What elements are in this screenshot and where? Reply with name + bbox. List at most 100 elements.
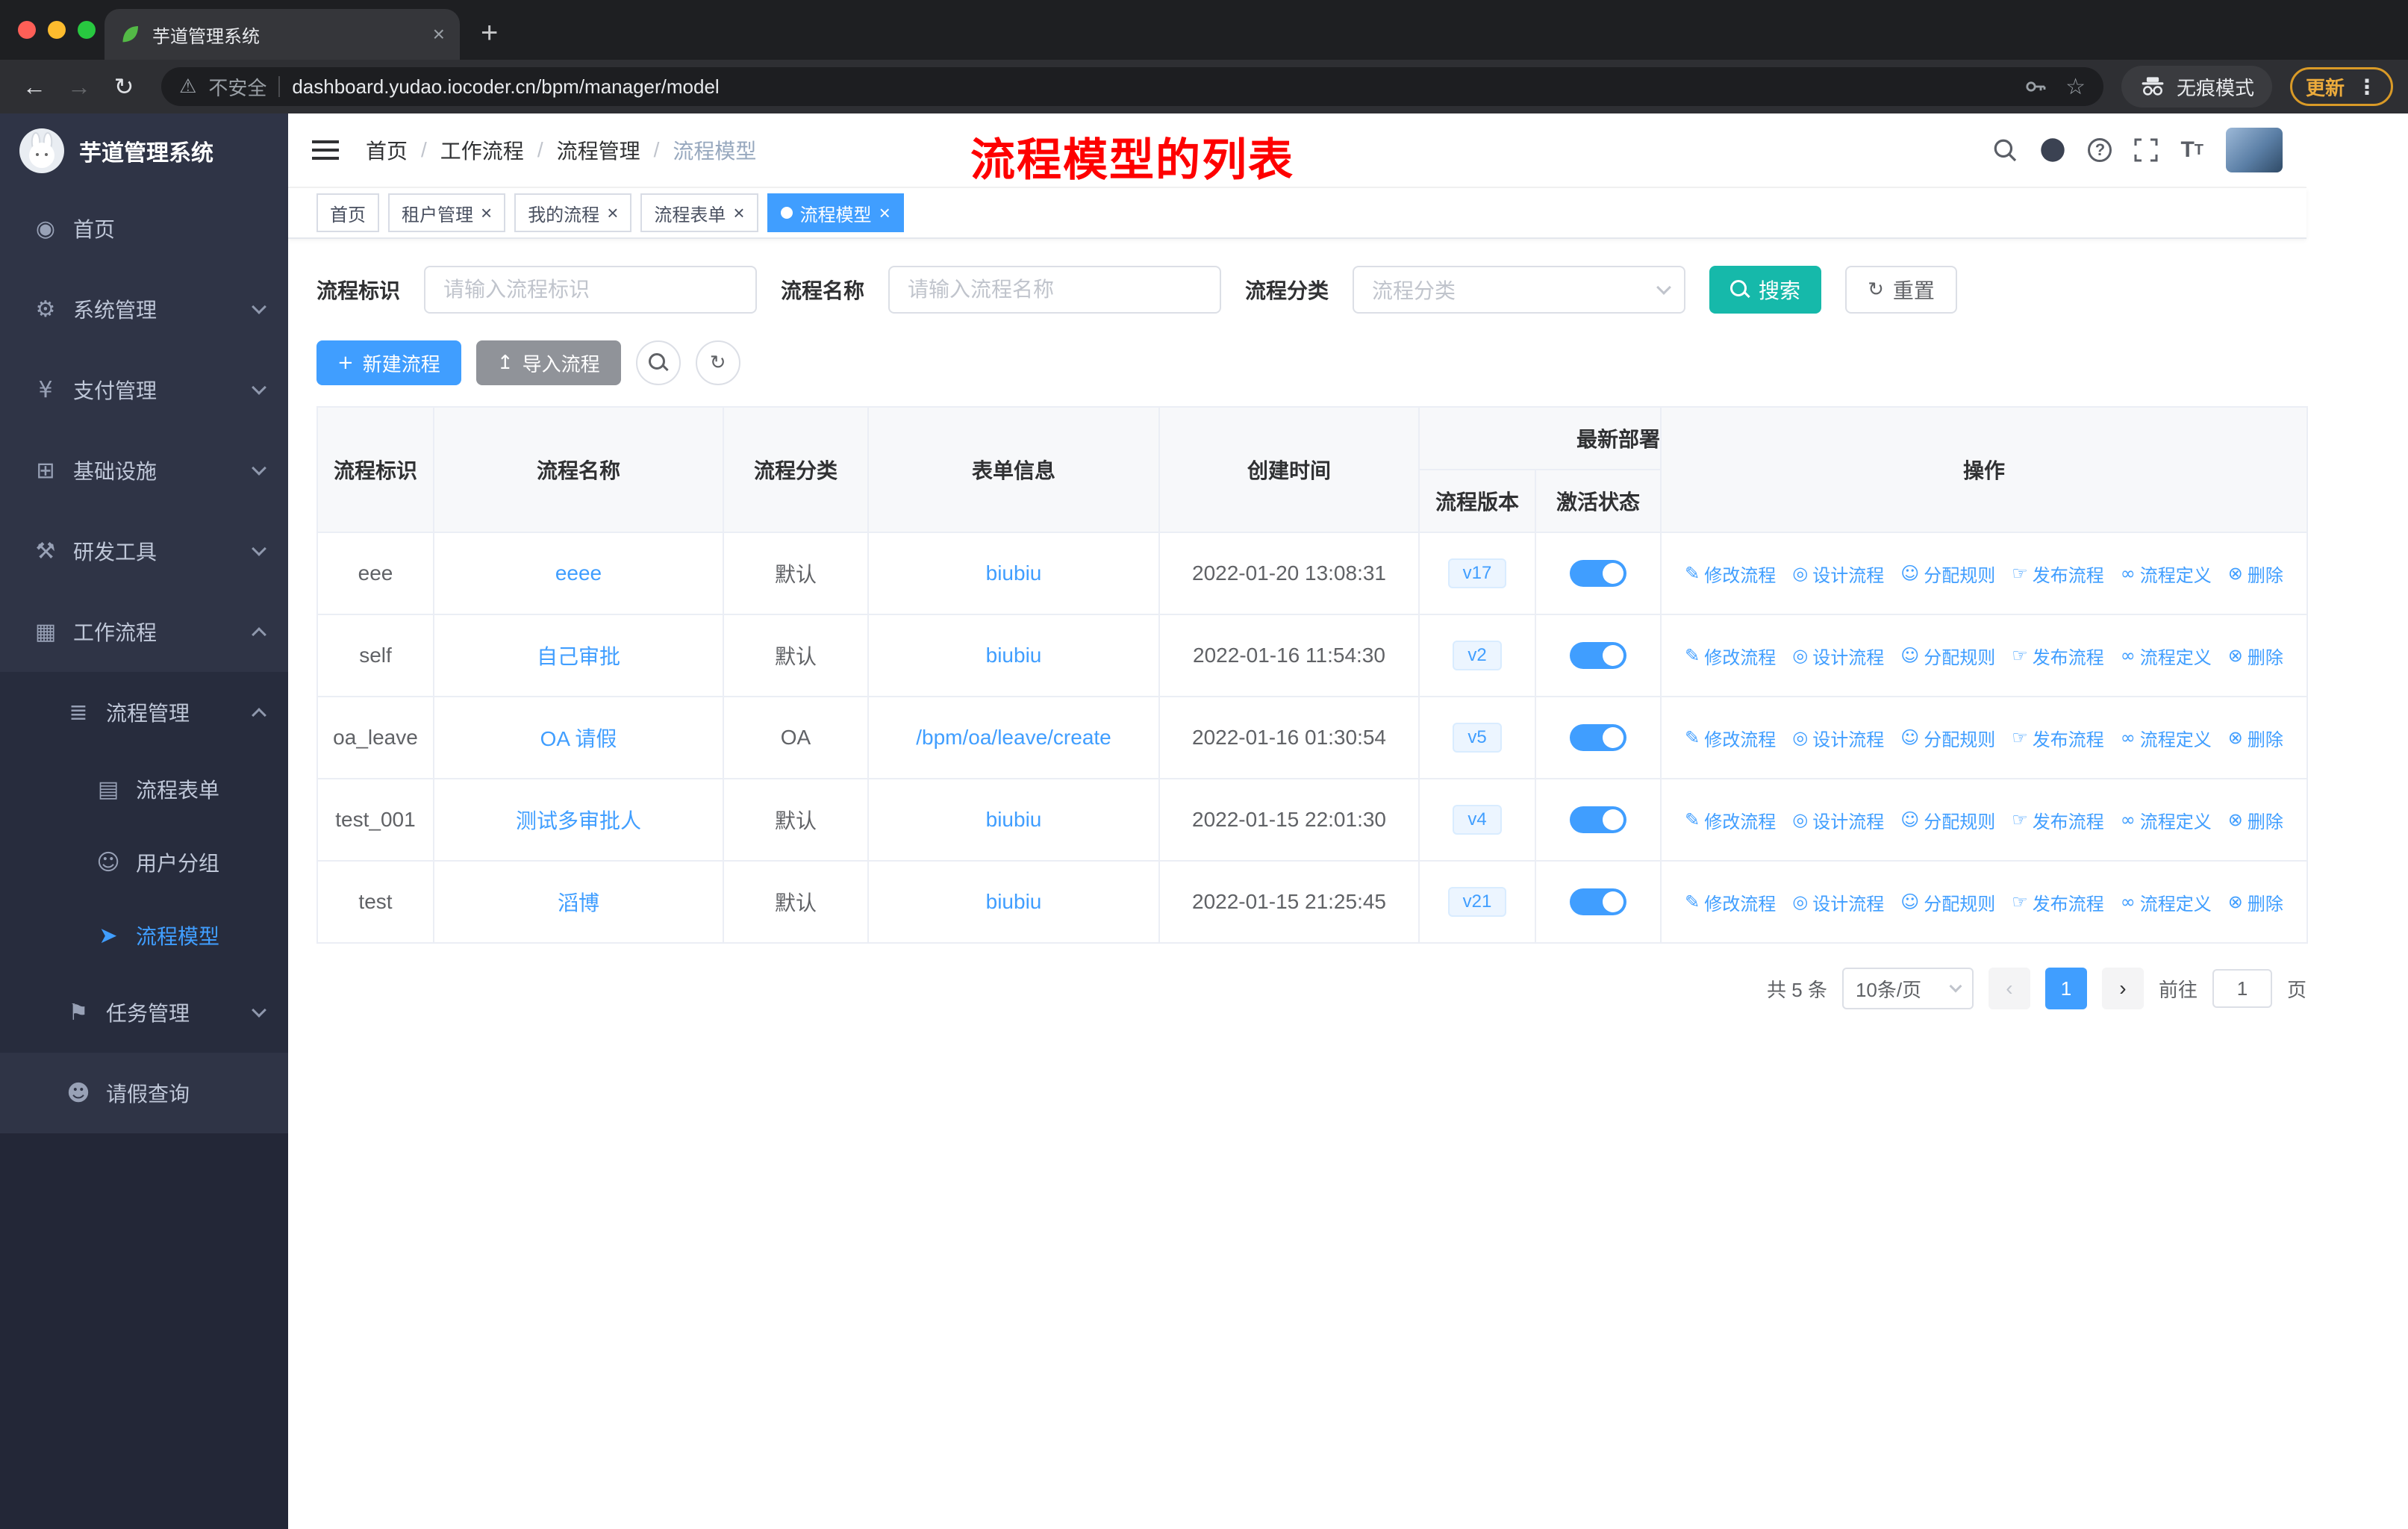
goto-page-input[interactable] bbox=[2212, 969, 2272, 1008]
form-info-link[interactable]: biubiu bbox=[986, 890, 1042, 913]
row-action-delete[interactable]: ⊗ 删除 bbox=[2228, 561, 2283, 587]
row-action-assign[interactable]: ☺ 分配规则 bbox=[1900, 807, 1995, 833]
row-action-definition[interactable]: ∞ 流程定义 bbox=[2121, 807, 2212, 833]
process-name-link[interactable]: 滔博 bbox=[558, 891, 599, 915]
create-process-button[interactable]: + 新建流程 bbox=[316, 340, 461, 385]
bookmark-star-icon[interactable]: ☆ bbox=[2065, 74, 2086, 100]
tag-my-process[interactable]: 我的流程 × bbox=[514, 193, 632, 232]
row-action-publish[interactable]: ☞ 发布流程 bbox=[2012, 643, 2104, 669]
row-action-design[interactable]: ◎ 设计流程 bbox=[1792, 889, 1884, 915]
form-info-link[interactable]: /bpm/oa/leave/create bbox=[916, 726, 1111, 749]
refresh-table-button[interactable]: ↻ bbox=[695, 340, 740, 385]
sidebar-item-system[interactable]: ⚙ 系统管理 bbox=[0, 269, 288, 349]
row-action-delete[interactable]: ⊗ 删除 bbox=[2228, 643, 2283, 669]
form-info-link[interactable]: biubiu bbox=[986, 808, 1042, 831]
row-action-definition[interactable]: ∞ 流程定义 bbox=[2121, 725, 2212, 751]
row-action-edit[interactable]: ✎ 修改流程 bbox=[1685, 807, 1776, 833]
sidebar-item-devtools[interactable]: ⚒ 研发工具 bbox=[0, 511, 288, 591]
tag-home[interactable]: 首页 bbox=[316, 193, 379, 232]
tag-tenant-management[interactable]: 租户管理 × bbox=[388, 193, 506, 232]
address-bar[interactable]: ⚠ 不安全 dashboard.yudao.iocoder.cn/bpm/man… bbox=[161, 67, 2103, 106]
row-action-delete[interactable]: ⊗ 删除 bbox=[2228, 725, 2283, 751]
user-avatar[interactable] bbox=[2226, 128, 2283, 172]
process-name-link[interactable]: 自己审批 bbox=[537, 645, 620, 668]
sidebar-item-workflow[interactable]: ▦ 工作流程 bbox=[0, 591, 288, 672]
font-size-icon[interactable]: TT bbox=[2180, 139, 2203, 161]
row-action-assign[interactable]: ☺ 分配规则 bbox=[1900, 561, 1995, 587]
sidebar-item-process-form[interactable]: ▤ 流程表单 bbox=[0, 753, 288, 826]
help-icon[interactable]: ? bbox=[2088, 138, 2112, 162]
row-action-design[interactable]: ◎ 设计流程 bbox=[1792, 807, 1884, 833]
row-action-assign[interactable]: ☺ 分配规则 bbox=[1900, 725, 1995, 751]
row-action-assign[interactable]: ☺ 分配规则 bbox=[1900, 643, 1995, 669]
close-icon[interactable]: × bbox=[879, 203, 890, 222]
active-toggle[interactable] bbox=[1570, 724, 1626, 751]
row-action-edit[interactable]: ✎ 修改流程 bbox=[1685, 725, 1776, 751]
row-action-delete[interactable]: ⊗ 删除 bbox=[2228, 889, 2283, 915]
minimize-window-button[interactable] bbox=[48, 21, 66, 39]
reset-button[interactable]: ↻ 重置 bbox=[1845, 266, 1957, 314]
reload-button[interactable]: ↻ bbox=[105, 72, 143, 101]
row-action-publish[interactable]: ☞ 发布流程 bbox=[2012, 807, 2104, 833]
menu-kebab-icon[interactable]: ⋮ bbox=[2356, 75, 2377, 99]
update-browser-button[interactable]: 更新 ⋮ bbox=[2289, 67, 2393, 106]
row-action-design[interactable]: ◎ 设计流程 bbox=[1792, 725, 1884, 751]
sidebar-item-home[interactable]: ◉ 首页 bbox=[0, 188, 288, 269]
process-name-link[interactable]: eeee bbox=[555, 561, 602, 585]
active-toggle[interactable] bbox=[1570, 806, 1626, 833]
page-1-button[interactable]: 1 bbox=[2044, 968, 2087, 1009]
search-icon[interactable] bbox=[1992, 137, 2018, 163]
fullscreen-icon[interactable] bbox=[2134, 138, 2158, 162]
process-name-input[interactable] bbox=[888, 266, 1222, 314]
row-action-definition[interactable]: ∞ 流程定义 bbox=[2121, 889, 2212, 915]
sidebar-item-process-management[interactable]: ≣ 流程管理 bbox=[0, 672, 288, 753]
hamburger-icon[interactable] bbox=[312, 140, 339, 160]
row-action-publish[interactable]: ☞ 发布流程 bbox=[2012, 561, 2104, 587]
back-button[interactable]: ← bbox=[15, 73, 54, 101]
tag-process-form[interactable]: 流程表单 × bbox=[640, 193, 758, 232]
process-category-select[interactable]: 流程分类 bbox=[1353, 266, 1686, 314]
process-name-link[interactable]: OA 请假 bbox=[540, 727, 617, 750]
row-action-assign[interactable]: ☺ 分配规则 bbox=[1900, 889, 1995, 915]
browser-tab[interactable]: 芋道管理系统 × bbox=[105, 9, 460, 60]
github-icon[interactable] bbox=[2040, 137, 2065, 163]
row-action-design[interactable]: ◎ 设计流程 bbox=[1792, 643, 1884, 669]
row-action-delete[interactable]: ⊗ 删除 bbox=[2228, 807, 2283, 833]
close-icon[interactable]: × bbox=[733, 203, 744, 222]
search-button[interactable]: 搜索 bbox=[1709, 266, 1822, 314]
process-key-input[interactable] bbox=[424, 266, 758, 314]
close-tab-icon[interactable]: × bbox=[433, 24, 445, 45]
tag-process-model[interactable]: 流程模型 × bbox=[767, 193, 904, 232]
hide-search-button[interactable] bbox=[635, 340, 681, 385]
process-name-link[interactable]: 测试多审批人 bbox=[516, 809, 641, 832]
row-action-definition[interactable]: ∞ 流程定义 bbox=[2121, 561, 2212, 587]
row-action-edit[interactable]: ✎ 修改流程 bbox=[1685, 643, 1776, 669]
page-size-select[interactable]: 10条/页 bbox=[1841, 968, 1974, 1009]
active-toggle[interactable] bbox=[1570, 642, 1626, 669]
row-action-edit[interactable]: ✎ 修改流程 bbox=[1685, 889, 1776, 915]
breadcrumb-process-management[interactable]: 流程管理 bbox=[557, 135, 640, 165]
breadcrumb-home[interactable]: 首页 bbox=[366, 135, 408, 165]
form-info-link[interactable]: biubiu bbox=[986, 561, 1042, 585]
breadcrumb-workflow[interactable]: 工作流程 bbox=[440, 135, 524, 165]
active-toggle[interactable] bbox=[1570, 560, 1626, 587]
sidebar-item-infrastructure[interactable]: ⊞ 基础设施 bbox=[0, 430, 288, 511]
incognito-badge[interactable]: 无痕模式 bbox=[2121, 66, 2272, 108]
sidebar-item-user-group[interactable]: ☺ 用户分组 bbox=[0, 826, 288, 899]
sidebar-item-task-management[interactable]: ⚑ 任务管理 bbox=[0, 972, 288, 1053]
new-tab-button[interactable]: + bbox=[481, 18, 498, 48]
prev-page-button[interactable]: ‹ bbox=[1988, 968, 2030, 1009]
sidebar-item-payment[interactable]: ¥ 支付管理 bbox=[0, 349, 288, 430]
import-process-button[interactable]: ↥ 导入流程 bbox=[475, 340, 621, 385]
close-icon[interactable]: × bbox=[481, 203, 492, 222]
password-key-icon[interactable] bbox=[2024, 75, 2047, 99]
form-info-link[interactable]: biubiu bbox=[986, 644, 1042, 667]
row-action-publish[interactable]: ☞ 发布流程 bbox=[2012, 725, 2104, 751]
row-action-design[interactable]: ◎ 设计流程 bbox=[1792, 561, 1884, 587]
row-action-publish[interactable]: ☞ 发布流程 bbox=[2012, 889, 2104, 915]
zoom-window-button[interactable] bbox=[78, 21, 96, 39]
close-window-button[interactable] bbox=[18, 21, 36, 39]
sidebar-item-leave-query[interactable]: ☻ 请假查询 bbox=[0, 1053, 288, 1133]
sidebar-item-process-model[interactable]: ➤ 流程模型 bbox=[0, 899, 288, 972]
row-action-edit[interactable]: ✎ 修改流程 bbox=[1685, 561, 1776, 587]
